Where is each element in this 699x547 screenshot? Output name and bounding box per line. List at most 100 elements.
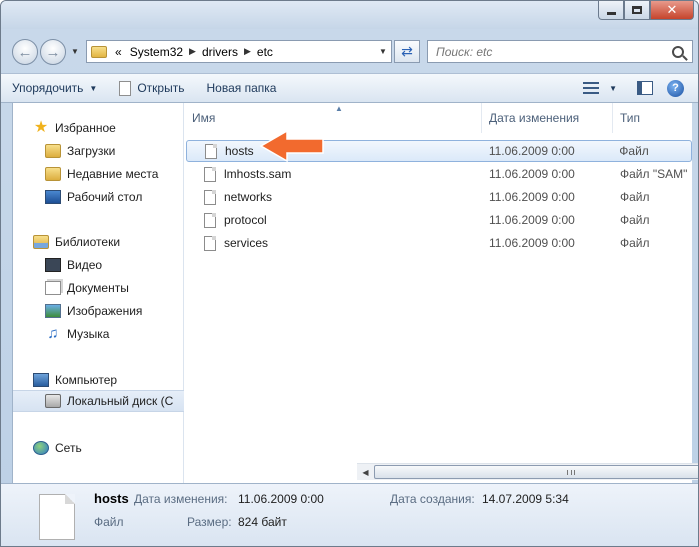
- local-disk-icon: [45, 394, 61, 408]
- breadcrumb-etc[interactable]: etc: [253, 45, 277, 59]
- nav-downloads[interactable]: Загрузки: [13, 140, 184, 162]
- nav-network-label: Сеть: [55, 441, 82, 455]
- recent-pages-dropdown-icon[interactable]: ▼: [71, 47, 79, 56]
- command-bar: Упорядочить ▼ Открыть Новая папка ▼ ?: [1, 73, 698, 103]
- file-name-cell: networks: [186, 189, 483, 205]
- breadcrumb-chevron-icon[interactable]: ▶: [242, 46, 253, 57]
- address-row: ← → ▼ « System32 ▶ drivers ▶ etc ▼ ⇄: [1, 29, 698, 73]
- nav-documents-label: Документы: [67, 281, 129, 295]
- explorer-window: ✕ ← → ▼ « System32 ▶ drivers ▶ etc ▼ ⇄ У…: [0, 0, 699, 547]
- minimize-button[interactable]: [598, 1, 624, 20]
- file-name: lmhosts.sam: [224, 167, 292, 181]
- column-date-label: Дата изменения: [489, 111, 580, 125]
- computer-icon: [33, 373, 49, 387]
- file-type: Файл: [620, 190, 650, 204]
- file-row-protocol[interactable]: protocol 11.06.2009 0:00 Файл: [186, 209, 692, 231]
- downloads-folder-icon: [45, 144, 61, 158]
- file-icon: [204, 212, 216, 228]
- file-date: 11.06.2009 0:00: [489, 190, 575, 204]
- scroll-left-icon[interactable]: ◀: [357, 464, 374, 480]
- video-icon: [45, 258, 61, 272]
- search-box[interactable]: [427, 40, 693, 63]
- nav-music-label: Музыка: [67, 327, 110, 341]
- file-type: Файл: [619, 144, 649, 158]
- nav-local-disk-label: Локальный диск (C: [67, 394, 174, 408]
- column-name[interactable]: ▲ Имя: [185, 103, 482, 133]
- file-name-cell: hosts: [187, 143, 483, 159]
- file-row-networks[interactable]: networks 11.06.2009 0:00 Файл: [186, 186, 692, 208]
- details-created-value: 14.07.2009 5:34: [482, 492, 569, 506]
- breadcrumb-chevron-icon[interactable]: ▶: [187, 46, 198, 57]
- breadcrumb-overflow[interactable]: «: [111, 45, 126, 59]
- change-view-button[interactable]: ▼: [577, 74, 623, 102]
- nav-favorites-label: Избранное: [55, 121, 116, 135]
- file-row-services[interactable]: services 11.06.2009 0:00 Файл: [186, 232, 692, 254]
- nav-libraries[interactable]: Библиотеки: [13, 231, 184, 253]
- address-dropdown-icon[interactable]: ▼: [375, 47, 391, 56]
- file-type: Файл "SAM": [620, 167, 688, 181]
- new-folder-button[interactable]: Новая папка: [195, 74, 287, 102]
- preview-pane-icon[interactable]: [637, 81, 653, 95]
- file-name: services: [224, 236, 269, 250]
- details-size-value: 824 байт: [238, 515, 287, 529]
- file-icon: [204, 189, 216, 205]
- nav-images-label: Изображения: [67, 304, 143, 318]
- nav-network[interactable]: Сеть: [13, 437, 184, 459]
- file-type: Файл: [620, 236, 650, 250]
- nav-video[interactable]: Видео: [13, 254, 184, 276]
- address-bar[interactable]: « System32 ▶ drivers ▶ etc ▼: [86, 40, 392, 63]
- column-type-label: Тип: [620, 111, 641, 125]
- nav-favorites[interactable]: ★ Избранное: [13, 117, 184, 139]
- search-icon[interactable]: [672, 45, 684, 58]
- close-button[interactable]: ✕: [650, 1, 694, 20]
- breadcrumb-drivers[interactable]: drivers: [198, 45, 242, 59]
- horizontal-scrollbar[interactable]: ◀ ▶: [357, 463, 698, 480]
- nav-computer[interactable]: Компьютер: [13, 369, 184, 391]
- documents-icon: [45, 281, 61, 295]
- navigation-pane: ★ Избранное Загрузки Недавние места Рабо…: [13, 103, 184, 483]
- view-list-icon: [583, 81, 601, 95]
- organize-button[interactable]: Упорядочить ▼: [1, 74, 108, 102]
- nav-documents[interactable]: Документы: [13, 277, 184, 299]
- nav-recent-label: Недавние места: [67, 167, 159, 181]
- breadcrumb-system32[interactable]: System32: [126, 45, 187, 59]
- file-name: protocol: [224, 213, 267, 227]
- search-input[interactable]: [428, 44, 658, 59]
- open-label: Открыть: [137, 81, 185, 95]
- back-button[interactable]: ←: [12, 39, 38, 65]
- nav-desktop[interactable]: Рабочий стол: [13, 186, 184, 208]
- file-name: hosts: [225, 144, 254, 158]
- organize-label: Упорядочить: [12, 81, 84, 95]
- star-icon: ★: [33, 119, 49, 136]
- help-icon[interactable]: ?: [667, 79, 684, 97]
- column-type[interactable]: Тип: [613, 103, 692, 133]
- minimize-icon: [606, 11, 616, 15]
- file-type: Файл: [620, 213, 650, 227]
- column-date[interactable]: Дата изменения: [482, 103, 613, 133]
- file-date: 11.06.2009 0:00: [488, 144, 575, 158]
- details-size-label: Размер:: [187, 515, 232, 529]
- chevron-down-icon[interactable]: ▼: [609, 84, 617, 93]
- file-name: networks: [224, 190, 273, 204]
- grip-icon: [567, 470, 575, 475]
- nav-local-disk[interactable]: Локальный диск (C: [13, 390, 184, 412]
- caption-buttons: ✕: [598, 1, 694, 20]
- scrollbar-thumb[interactable]: [374, 465, 698, 479]
- nav-images[interactable]: Изображения: [13, 300, 184, 322]
- forward-button[interactable]: →: [40, 39, 66, 65]
- nav-recent[interactable]: Недавние места: [13, 163, 184, 185]
- desktop-icon: [45, 190, 61, 204]
- file-row-lmhosts[interactable]: lmhosts.sam 11.06.2009 0:00 Файл "SAM": [186, 163, 692, 185]
- file-date: 11.06.2009 0:00: [489, 213, 575, 227]
- details-file-kind: Файл: [94, 515, 124, 529]
- file-name-cell: services: [186, 235, 483, 251]
- refresh-button[interactable]: ⇄: [394, 40, 420, 63]
- back-arrow-icon: ←: [17, 43, 33, 61]
- open-button[interactable]: Открыть: [108, 74, 195, 102]
- file-name-cell: protocol: [186, 212, 483, 228]
- command-bar-right: ▼ ?: [577, 74, 698, 102]
- column-name-label: Имя: [192, 111, 216, 125]
- file-date: 11.06.2009 0:00: [489, 167, 575, 181]
- maximize-button[interactable]: [624, 1, 650, 20]
- nav-music[interactable]: ♫ Музыка: [13, 323, 184, 345]
